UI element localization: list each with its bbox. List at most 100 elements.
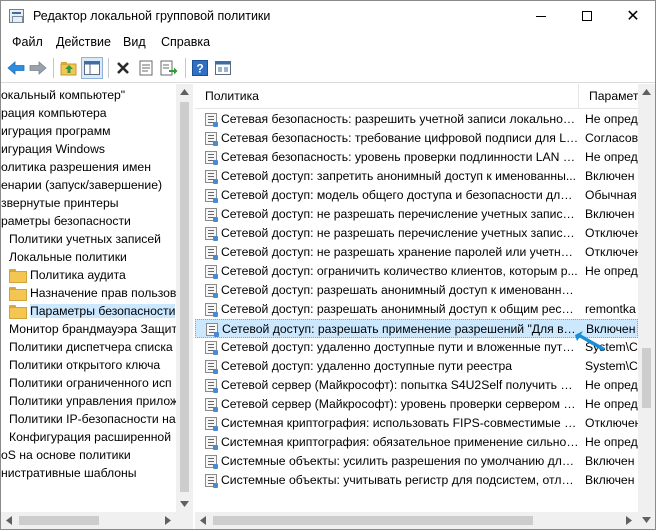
tree-item[interactable]: оS на основе политики [1, 446, 131, 464]
policy-name: Сетевой доступ: не разрешать перечислени… [221, 226, 579, 240]
table-row[interactable]: Системная криптография: использовать FIP… [195, 414, 638, 433]
policy-setting: Не опред [585, 264, 638, 278]
policy-icon [205, 132, 218, 146]
table-row[interactable]: Сетевая безопасность: уровень проверки п… [195, 148, 638, 167]
menu-action[interactable]: Действие [56, 35, 111, 49]
minimize-button[interactable] [518, 1, 564, 31]
scroll-up-icon[interactable] [180, 89, 189, 95]
close-button[interactable]: ✕ [610, 1, 656, 31]
table-row[interactable]: Сетевой доступ: ограничить количество кл… [195, 262, 638, 281]
tree-item[interactable]: Политики IP-безопасности на [9, 410, 176, 428]
menu-view[interactable]: Вид [123, 35, 146, 49]
scroll-left-icon[interactable] [6, 516, 12, 525]
export-button[interactable] [158, 57, 180, 79]
policy-name: Сетевой доступ: модель общего доступа и … [221, 188, 579, 202]
scroll-thumb[interactable] [642, 348, 651, 408]
table-row[interactable]: Сетевой доступ: модель общего доступа и … [195, 186, 638, 205]
tree-item[interactable]: игурация программ [1, 122, 110, 140]
tree-item-label: раметры безопасности [1, 214, 131, 228]
tree-item[interactable]: раметры безопасности [1, 212, 131, 230]
scroll-down-icon[interactable] [642, 517, 651, 523]
policy-setting: Отключен [585, 245, 638, 259]
tree-item[interactable]: игурация Windows [1, 140, 105, 158]
policy-icon [205, 417, 218, 431]
up-folder-button[interactable] [58, 57, 80, 79]
tree-item[interactable]: Монитор брандмауэра Защит [9, 320, 177, 338]
tree-item[interactable]: Локальные политики [9, 248, 127, 266]
tree-item-label: Политика аудита [30, 268, 126, 282]
table-row[interactable]: Системная криптография: обязательное при… [195, 433, 638, 452]
maximize-button[interactable] [564, 1, 610, 31]
tree-item-selected[interactable]: Параметры безопасности [9, 302, 176, 320]
scroll-left-icon[interactable] [200, 516, 206, 525]
table-row[interactable]: Сетевой доступ: не разрешать перечислени… [195, 205, 638, 224]
scroll-thumb[interactable] [213, 516, 533, 525]
policy-icon [205, 246, 218, 260]
delete-button[interactable] [112, 57, 134, 79]
scroll-right-icon[interactable] [626, 516, 632, 525]
tree-item[interactable]: рация компьютера [1, 104, 107, 122]
table-row[interactable]: Сетевой доступ: удаленно доступные пути … [195, 357, 638, 376]
scroll-down-icon[interactable] [180, 501, 189, 507]
tree-item-label: Политики ограниченного исп [9, 376, 172, 390]
menu-file[interactable]: Файл [12, 35, 43, 49]
tree-item[interactable]: Назначение прав пользова [9, 284, 183, 302]
policy-icon [205, 436, 218, 450]
table-row[interactable]: Сетевой сервер (Майкрософт): уровень про… [195, 395, 638, 414]
tree-item[interactable]: Политики управления прилож [9, 392, 178, 410]
policy-name: Системные объекты: учитывать регистр для… [221, 473, 579, 487]
tree-item[interactable]: окальный компьютер" [1, 86, 125, 104]
table-row-selected[interactable]: Сетевой доступ: разрешать применение раз… [195, 319, 638, 338]
properties-button[interactable] [135, 57, 157, 79]
tree-item-label: нистративные шаблоны [1, 466, 137, 480]
column-header-policy[interactable]: Политика [195, 84, 579, 109]
table-row[interactable]: Сетевой доступ: не разрешать перечислени… [195, 224, 638, 243]
tree-item-label: Политики IP-безопасности на [9, 412, 176, 426]
tree-item[interactable]: Политики открытого ключа [9, 356, 160, 374]
list-horizontal-scrollbar[interactable] [195, 512, 638, 529]
tree-item-label: олитика разрешения имен [1, 160, 151, 174]
arrow-pointer-icon [575, 331, 605, 351]
tree-item[interactable]: нистративные шаблоны [1, 464, 137, 482]
scroll-up-icon[interactable] [642, 89, 651, 95]
policy-setting: Включен [585, 169, 635, 183]
table-row[interactable]: Системные объекты: учитывать регистр для… [195, 471, 638, 490]
tree-item-label: Политики управления прилож [9, 394, 179, 408]
tree-item[interactable]: Политика аудита [9, 266, 126, 284]
table-row[interactable]: Сетевой доступ: запретить анонимный дост… [195, 167, 638, 186]
tree-item[interactable]: олитика разрешения имен [1, 158, 151, 176]
scroll-thumb[interactable] [180, 102, 189, 492]
tree-item[interactable]: Политики ограниченного исп [9, 374, 172, 392]
back-button[interactable] [5, 57, 27, 79]
tree-item-label: оS на основе политики [1, 448, 131, 462]
table-row[interactable]: Сетевая безопасность: разрешить учетной … [195, 110, 638, 129]
policy-icon [205, 284, 218, 298]
scroll-thumb[interactable] [19, 516, 99, 525]
forward-button[interactable] [27, 57, 49, 79]
scroll-right-icon[interactable] [165, 516, 171, 525]
tree-item[interactable]: Политики учетных записей [9, 230, 161, 248]
help-button[interactable]: ? [189, 57, 211, 79]
table-row[interactable]: Сетевой доступ: разрешать анонимный дост… [195, 300, 638, 319]
tree-item[interactable]: енарии (запуск/завершение) [1, 176, 162, 194]
table-row[interactable]: Системные объекты: усилить разрешения по… [195, 452, 638, 471]
tree-item[interactable]: Конфигурация расширенной [9, 428, 171, 446]
tree-item[interactable]: звернутые принтеры [1, 194, 119, 212]
list-vertical-scrollbar[interactable] [638, 84, 655, 529]
table-row[interactable]: Сетевой сервер (Майкрософт): попытка S4U… [195, 376, 638, 395]
table-row[interactable]: Сетевая безопасность: требование цифрово… [195, 129, 638, 148]
policy-setting: Не опред [585, 112, 638, 126]
table-row[interactable]: Сетевой доступ: не разрешать хранение па… [195, 243, 638, 262]
tree-horizontal-scrollbar[interactable] [1, 512, 193, 529]
policy-setting: Отключен [585, 226, 638, 240]
policy-name: Сетевой сервер (Майкрософт): попытка S4U… [221, 378, 579, 392]
table-row[interactable]: Сетевой доступ: разрешать анонимный дост… [195, 281, 638, 300]
tree-item-label: Локальные политики [9, 250, 127, 264]
show-tree-button[interactable] [81, 57, 103, 79]
tree-vertical-scrollbar[interactable] [176, 84, 193, 512]
table-row[interactable]: Сетевой доступ: удаленно доступные пути … [195, 338, 638, 357]
gpedit-window: Редактор локальной групповой политики ✕ … [0, 0, 656, 530]
view-button[interactable] [212, 57, 234, 79]
menu-help[interactable]: Справка [161, 35, 210, 49]
tree-item[interactable]: Политики диспетчера списка [9, 338, 173, 356]
